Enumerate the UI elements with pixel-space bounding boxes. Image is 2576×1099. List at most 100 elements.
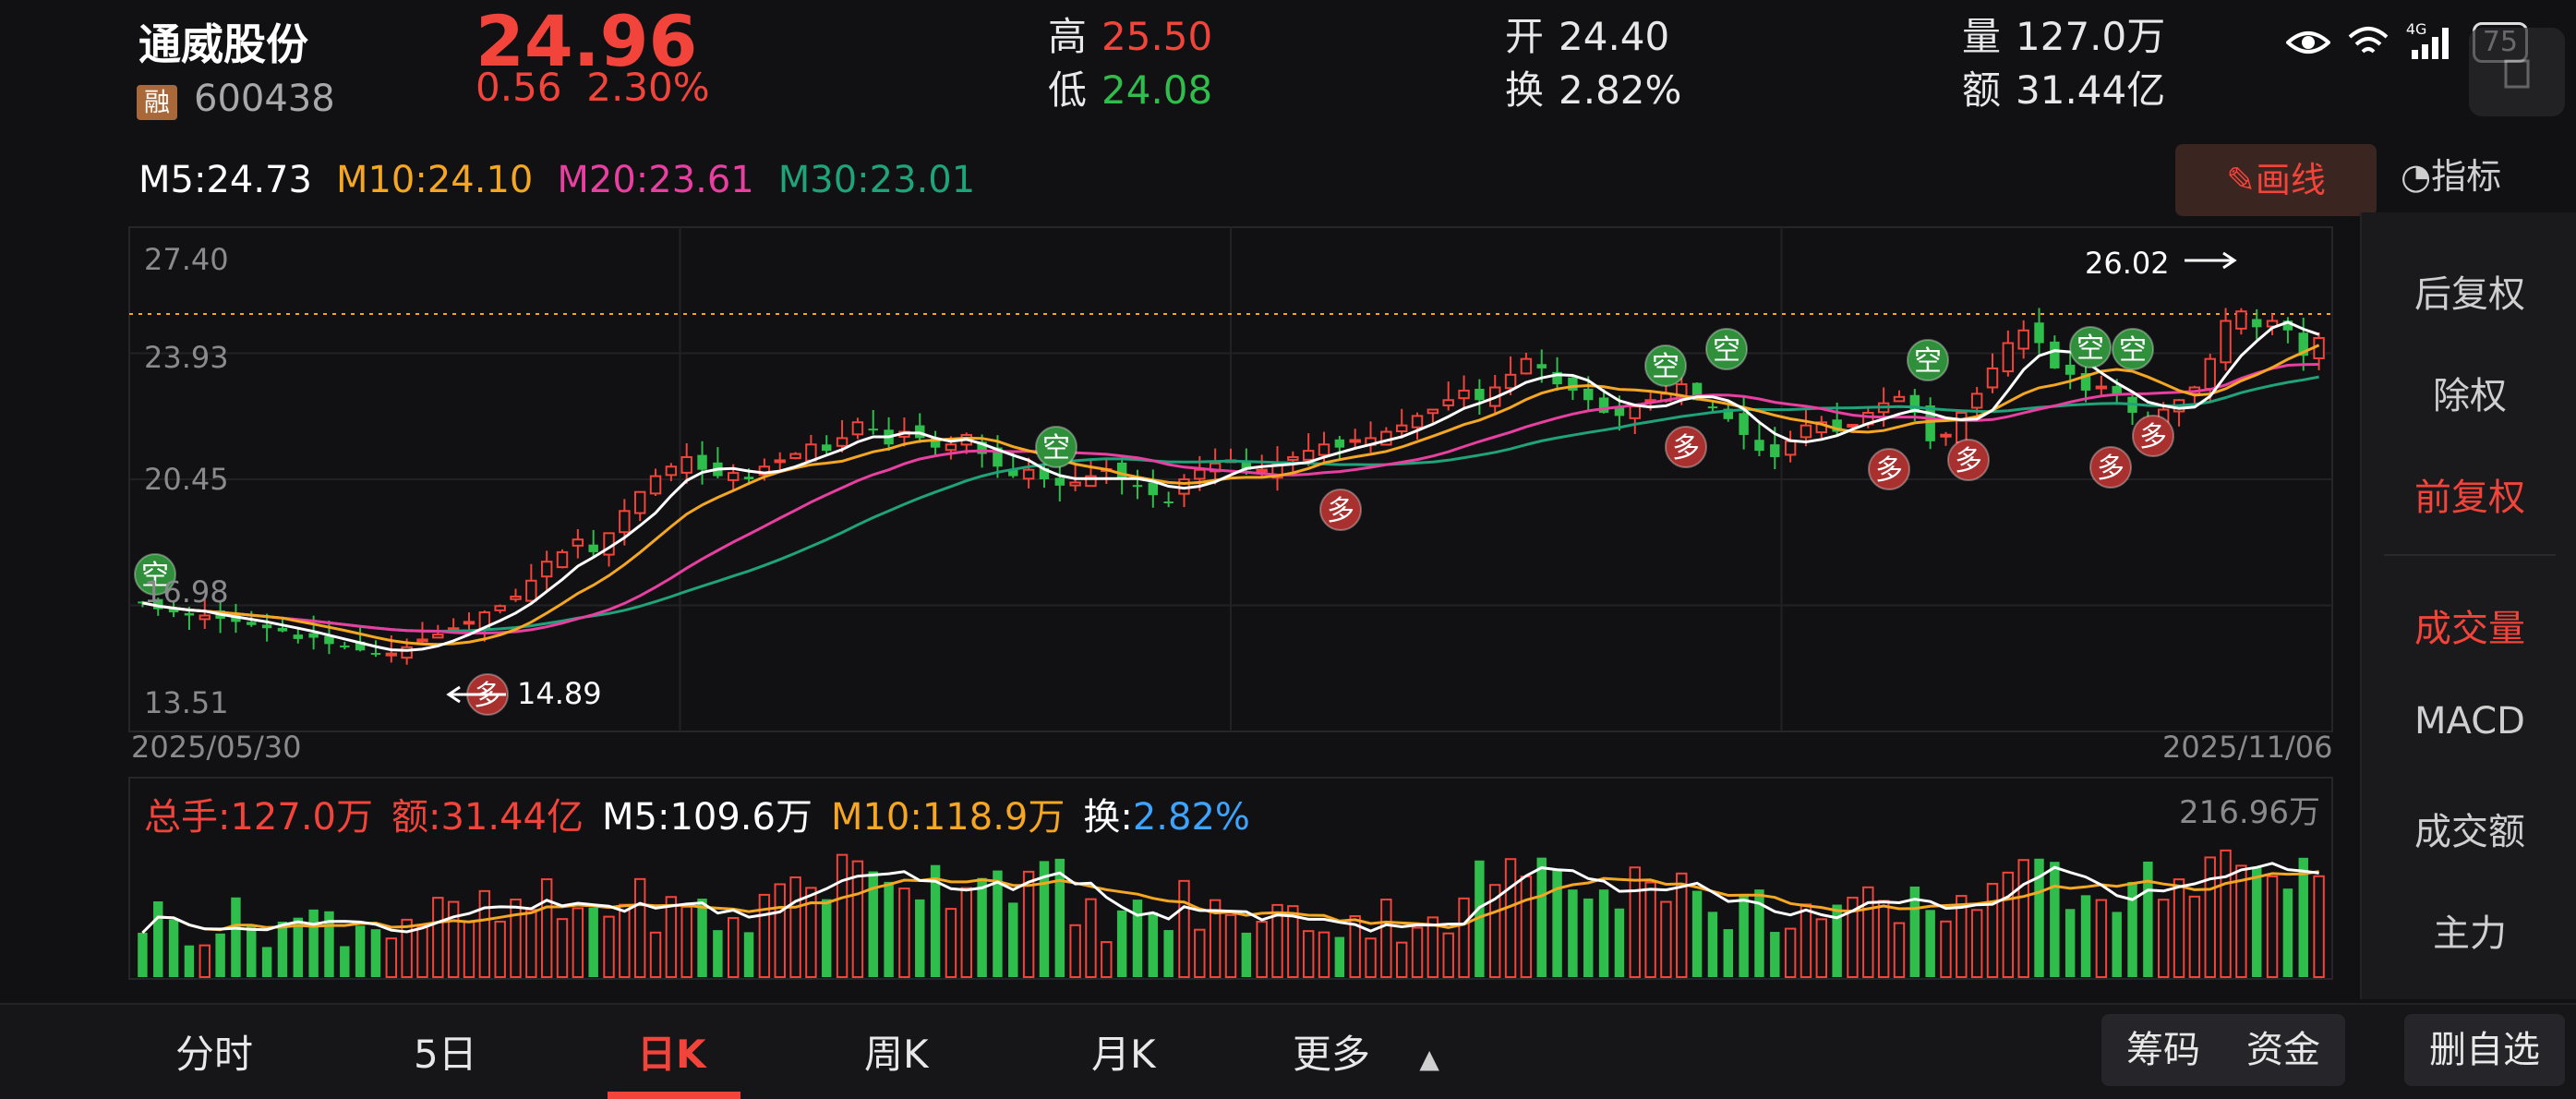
volume-bar-up: [1178, 879, 1190, 978]
candle-body-down: [1707, 406, 1718, 409]
volume-bar-up: [1800, 903, 1812, 979]
long-signal-marker-text: 多: [1955, 445, 1982, 477]
volume-bar-down: [277, 921, 288, 977]
candle-body-up: [805, 443, 817, 462]
tab-intraday[interactable]: 分时: [175, 1023, 253, 1080]
option-back-adjusted[interactable]: 后复权: [2362, 264, 2576, 318]
volume-bar-down: [1614, 908, 1625, 977]
candle-body-up: [2235, 310, 2247, 330]
volume-bar-down: [247, 924, 257, 977]
candle-body-up: [510, 595, 522, 600]
option-main-force[interactable]: 主力: [2362, 903, 2576, 957]
funds-button[interactable]: 资金: [2223, 1014, 2343, 1086]
volume-bar-down: [1334, 936, 1345, 977]
candle-body-down: [370, 652, 381, 655]
volume-bar-down: [1770, 932, 1780, 977]
candle-body-down: [2252, 319, 2262, 328]
candle-body-up: [1847, 423, 1859, 428]
long-signal-marker-text: 多: [1875, 454, 1903, 487]
chart-grid: [128, 226, 2333, 980]
volume-bar-up: [1380, 898, 1392, 979]
price-tick: 23.93: [144, 340, 229, 375]
candle-body-up: [432, 634, 444, 639]
tab-monthly-k[interactable]: 月K: [1091, 1023, 1156, 1080]
volume-bar-up: [2313, 875, 2325, 978]
indicator-button[interactable]: ◔指标: [2401, 148, 2501, 199]
volume-bar-up: [945, 908, 957, 979]
volume-legend: 总手:127.0万 额:31.44亿 M5:109.6万 M10:118.9万 …: [144, 787, 1250, 840]
volume-bar-up: [2220, 849, 2232, 978]
candle-body-up: [1426, 408, 1439, 415]
volume-m5: M5:109.6万: [602, 796, 813, 839]
candle-body-up: [633, 490, 646, 514]
volume-bar-down: [1008, 902, 1018, 977]
candle-body-up: [945, 443, 957, 452]
tab-more[interactable]: 更多 ▲: [1293, 1023, 1439, 1080]
option-macd[interactable]: MACD: [2362, 700, 2576, 743]
candle-body-up: [1194, 468, 1206, 480]
network-type: 4G: [2405, 20, 2427, 38]
floating-window-button[interactable]: [2469, 28, 2565, 116]
chip-fund-group: 筹码 资金: [2101, 1014, 2345, 1086]
volume-turnover: 换:2.82%: [1083, 787, 1250, 840]
option-forward-adjusted[interactable]: 前复权: [2362, 467, 2576, 521]
right-panel: 后复权 除权 前复权 成交量 MACD 成交额 主力: [2360, 212, 2576, 999]
chips-button[interactable]: 筹码: [2103, 1014, 2223, 1086]
option-amount[interactable]: 成交额: [2362, 802, 2576, 855]
candle-body-up: [649, 475, 662, 495]
volume-bar-up: [494, 920, 506, 978]
volume-bar-down: [1116, 910, 1127, 977]
volume-bar-down: [977, 877, 987, 977]
active-tab-indicator: [608, 1092, 740, 1099]
candle-body-down: [277, 627, 288, 632]
volume-bar-down: [884, 881, 894, 977]
volume-bar-up: [1970, 909, 1983, 979]
volume-bar-up: [836, 853, 849, 978]
volume-bar-up: [1877, 900, 1890, 978]
candle-body-up: [2220, 320, 2232, 364]
volume-bar-down: [1598, 889, 1609, 977]
volume-bar-down: [1568, 889, 1578, 977]
volume-bar-down: [822, 899, 832, 977]
volume-m10: M10:118.9万: [830, 796, 1065, 839]
long-signal-marker-text: 多: [2097, 453, 2125, 485]
volume-bar-down: [355, 925, 366, 977]
short-signal-marker-text: 空: [1713, 334, 1740, 367]
short-signal-marker-text: 空: [1914, 345, 1942, 378]
candle-body-up: [1411, 415, 1424, 429]
candle-body-up: [836, 437, 849, 447]
candle-body-down: [1148, 482, 1159, 496]
volume-bar-down: [588, 907, 598, 977]
volume-bar-down: [308, 909, 319, 977]
volume-bar-up: [1660, 900, 1672, 979]
volume-bar-up: [1224, 913, 1237, 979]
option-volume[interactable]: 成交量: [2362, 598, 2576, 652]
short-signal-marker-text: 空: [2119, 334, 2147, 367]
volume-bar-up: [774, 883, 786, 978]
candle-body-down: [340, 646, 350, 648]
tab-more-label: 更多: [1293, 1032, 1371, 1077]
candle-body-down: [308, 633, 319, 638]
high-marker-value: 26.02: [2085, 246, 2170, 281]
price-tick: 16.98: [144, 574, 229, 610]
candle-body-down: [588, 544, 598, 552]
tab-daily-k[interactable]: 日K: [637, 1023, 706, 1080]
volume-bar-down: [340, 946, 350, 977]
tab-weekly-k[interactable]: 周K: [864, 1023, 929, 1080]
remove-watchlist-button[interactable]: 删自选: [2404, 1014, 2565, 1086]
candle-body-down: [1163, 501, 1174, 504]
volume-bar-up: [2095, 899, 2108, 978]
tab-5day[interactable]: 5日: [414, 1023, 477, 1080]
volume-bar-down: [2064, 909, 2076, 977]
long-signal-marker-text: 多: [1672, 432, 1700, 465]
option-ex-rights[interactable]: 除权: [2362, 366, 2576, 419]
candle-body-up: [540, 561, 553, 578]
volume-bar-up: [851, 860, 864, 979]
volume-bar-up: [401, 918, 413, 978]
volume-bar-up: [665, 896, 678, 979]
kline-chart[interactable]: 多多多多多多多空空空空空空空 27.40 23.93 20.45 16.98 1…: [0, 0, 2360, 1003]
volume-bar-down: [1583, 898, 1594, 977]
candle-body-down: [1334, 439, 1345, 448]
volume-bar-down: [184, 945, 195, 977]
volume-bar-up: [1395, 941, 1408, 978]
